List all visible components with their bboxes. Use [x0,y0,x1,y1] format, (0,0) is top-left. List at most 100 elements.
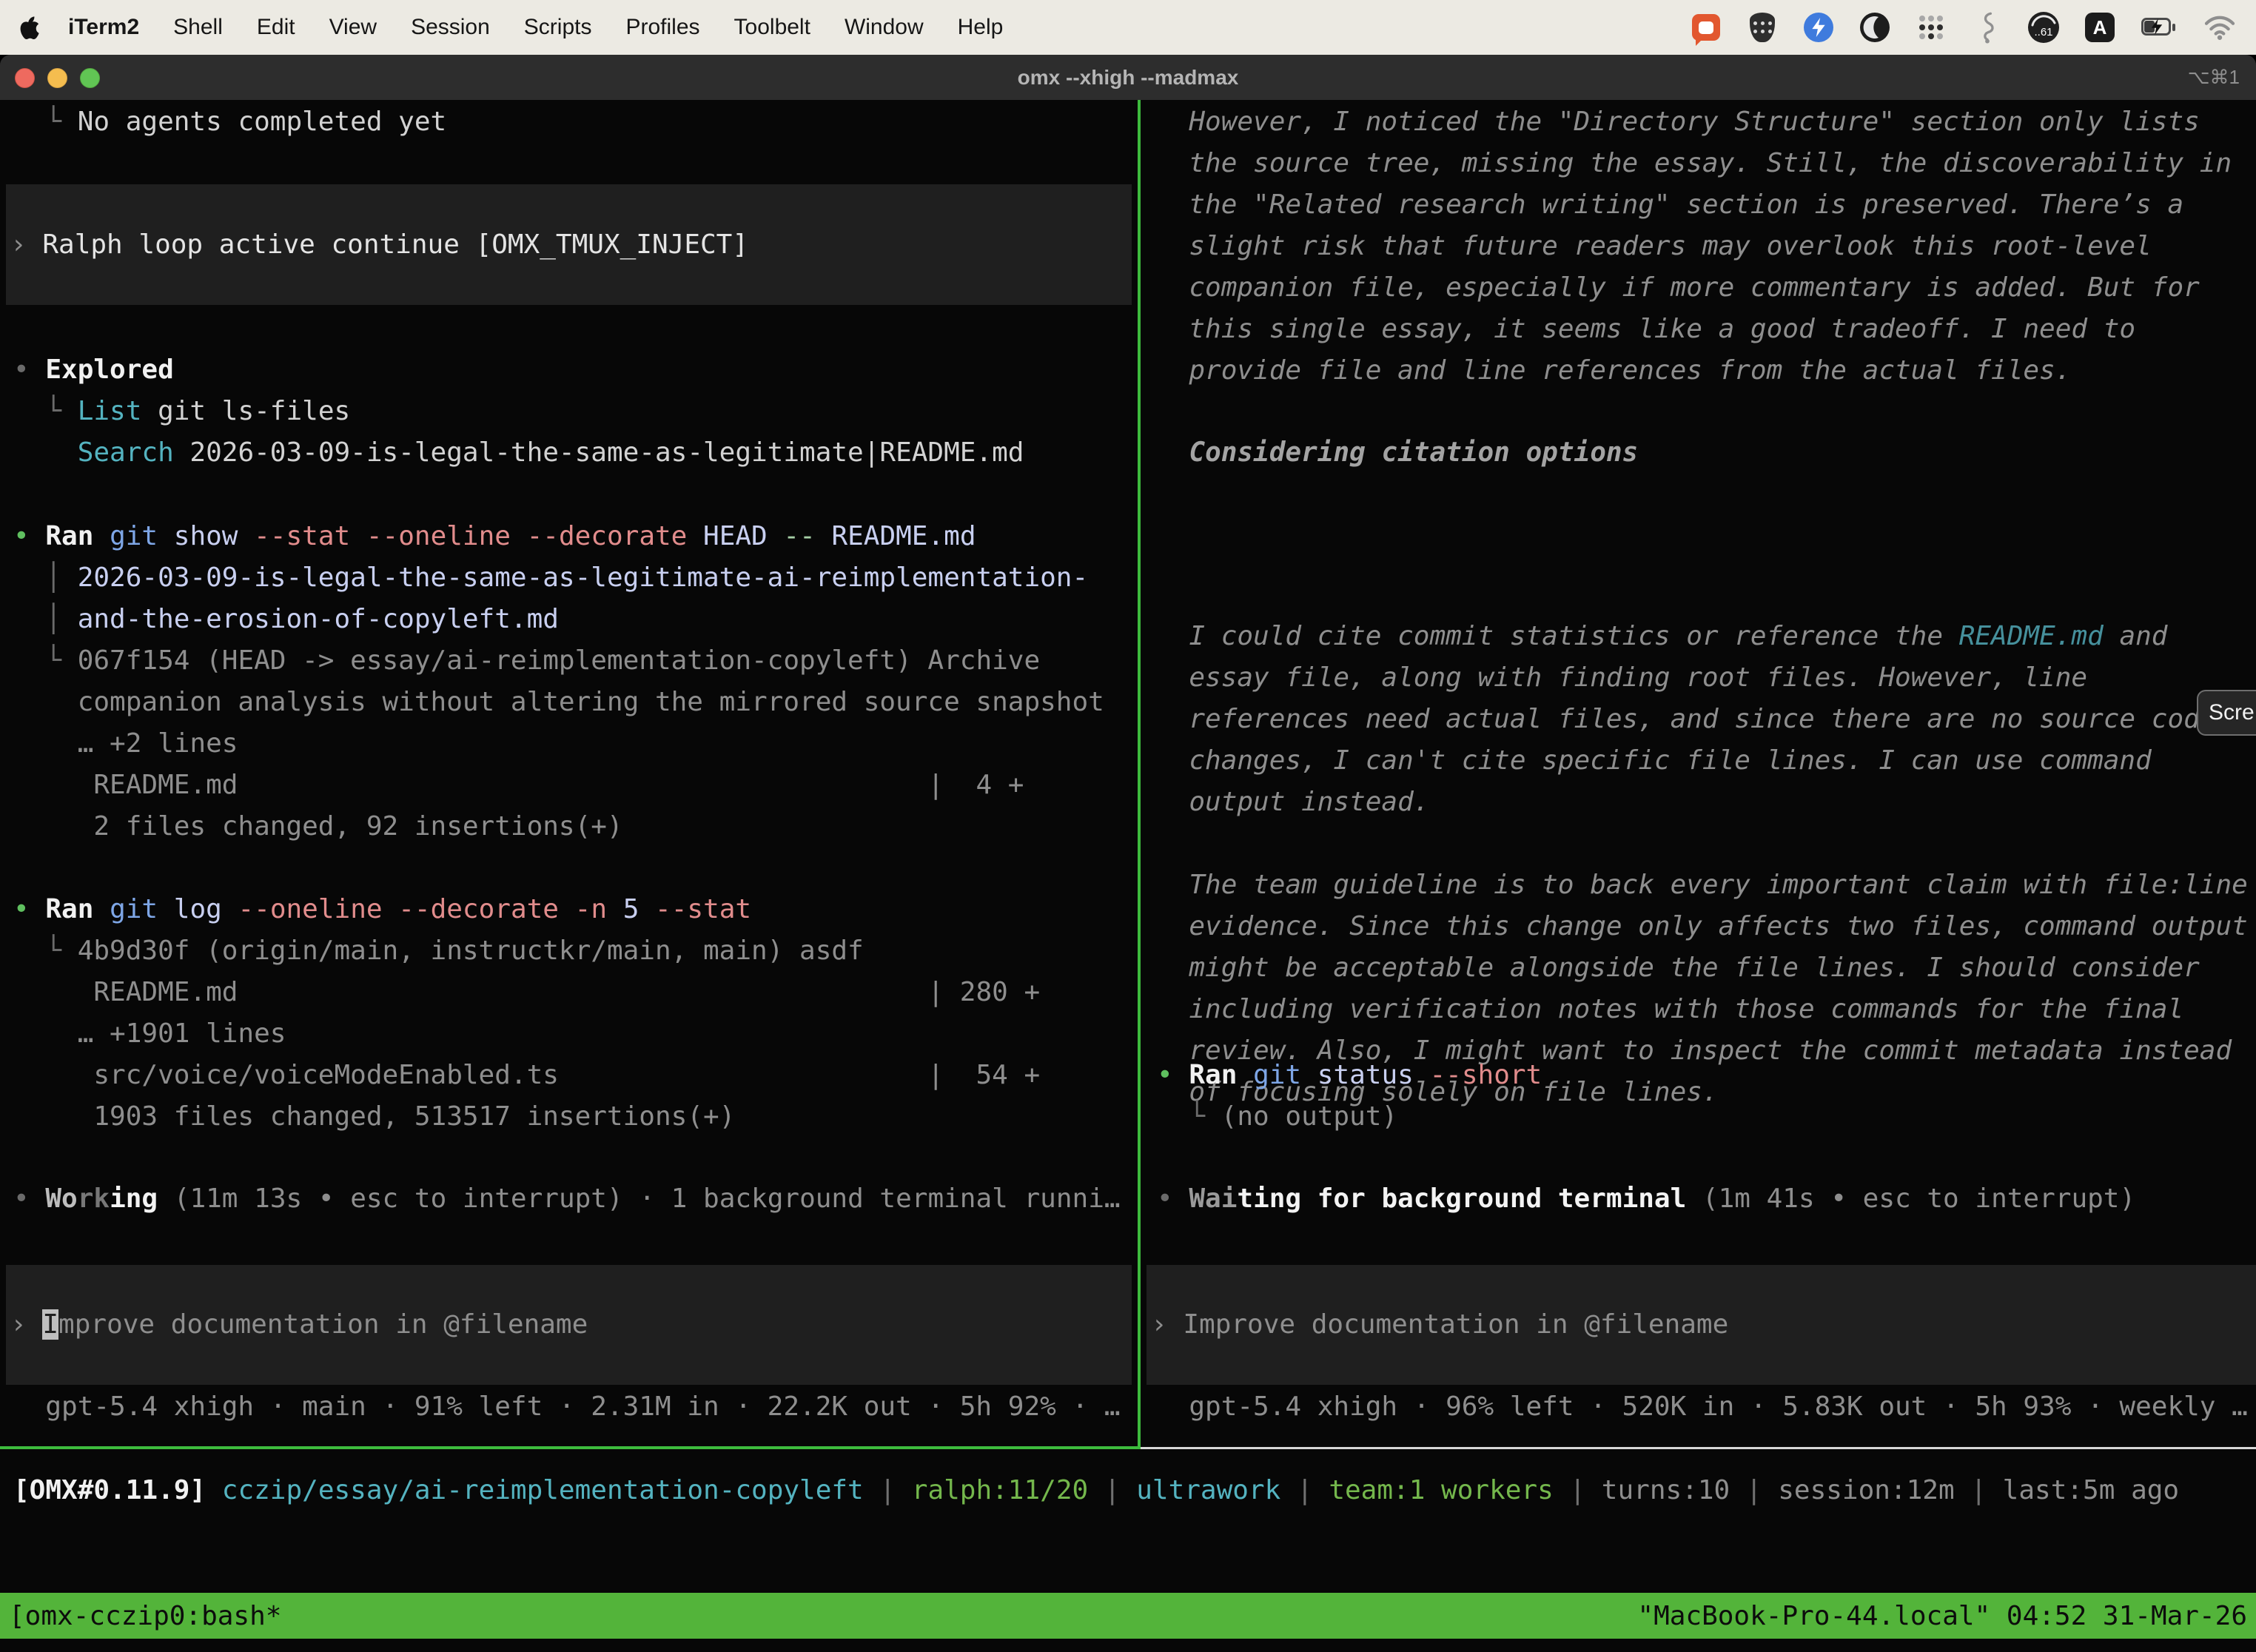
battery-charging-icon[interactable] [2139,10,2181,44]
shield-icon[interactable] [1745,10,1779,44]
menu-help[interactable]: Help [958,15,1004,40]
screen: iTerm2 Shell Edit View Session Scripts Profile… [0,0,2256,1652]
tmux-host-clock-label: "MacBook-Pro-44.local" 04:52 31-Mar-26 [1637,1601,2247,1631]
text-segment: README.md [13,977,927,1007]
terminal-line: gpt-5.4 xhigh · 96% left · 520K in · 5.8… [1157,1386,2256,1428]
text-segment: changes, I can't cite specific file line… [1157,745,2152,776]
bolt-circle-icon[interactable] [1802,10,1836,44]
agents-status: └ No agents completed yet [13,101,1138,143]
terminal-line: • Explored [13,349,1138,391]
chat-bubble-icon[interactable] [1689,10,1723,44]
terminal-line: › Improve documentation in @filename [1151,1304,1728,1346]
text-segment: I [42,1309,58,1340]
dots-grid-glyph [1918,14,1944,41]
text-segment: | [1554,1475,1602,1505]
terminal-line: I could cite commit statistics or refere… [1157,616,2256,657]
badge-61-glyph: ..61 [2028,12,2059,43]
menu-toolbelt[interactable]: Toolbelt [734,15,810,40]
text-segment: └ [13,396,78,426]
text-segment: 067f154 (HEAD -> essay/ai-reimplementati… [78,645,1040,676]
text-segment: slight risk that future readers may over… [1157,231,2152,261]
letter-a-icon[interactable]: A [2083,10,2117,44]
text-segment: evidence. Since this change only affects… [1157,911,2248,941]
terminal-line: └ 4b9d30f (origin/main, instructkr/main,… [13,930,1138,972]
terminal-line: slight risk that future readers may over… [1157,226,2256,267]
text-segment: [OMX#0.11.9] [13,1475,206,1505]
terminal-line: including verification notes with those … [1157,989,2256,1030]
text-segment: gpt-5.4 xhigh · main · 91% left · 2.31M … [13,1391,1121,1422]
window-title: omx --xhigh --madmax [0,55,2256,100]
terminal-line: └ List git ls-files [13,391,1138,432]
waiting-status: • Waiting for background terminal (1m 41… [1157,1178,2256,1220]
text-segment: └ [13,107,78,137]
terminal-line: changes, I can't cite specific file line… [1157,740,2256,782]
text-segment: | 4 + [927,770,1024,800]
text-segment: HEAD [687,521,783,551]
prompt-input-box[interactable]: › Improve documentation in @filename [6,1265,1132,1385]
text-segment [93,894,110,924]
terminal-line: companion analysis without altering the … [13,682,1138,723]
text-segment: › [10,1309,42,1340]
wifi-glyph [2203,14,2236,41]
menu-profiles[interactable]: Profiles [625,15,699,40]
text-segment: … +2 lines [13,728,238,759]
tmux-status-bar[interactable]: [omx-cczip0:bash* "MacBook-Pro-44.local"… [0,1593,2256,1639]
menu-view[interactable]: View [329,15,377,40]
menu-iterm2[interactable]: iTerm2 [68,15,139,40]
text-segment [559,894,575,924]
text-segment: | [1955,1475,2003,1505]
terminal-line: provide file and line references from th… [1157,350,2256,392]
text-segment: (no output) [1221,1101,1397,1132]
text-segment [1237,1060,1253,1090]
title-bar[interactable]: omx --xhigh --madmax ⌥⌘1 [0,55,2256,101]
menu-shell[interactable]: Shell [173,15,223,40]
reasoning-heading: Considering citation options [1157,432,2256,474]
menu-session[interactable]: Session [411,15,490,40]
text-segment: --stat --oneline --decorate [254,521,687,551]
omx-status-area: [OMX#0.11.9] cczip/essay/ai-reimplementa… [0,1449,2256,1593]
text-segment: provide file and line references from th… [1157,355,2071,386]
right-pane[interactable]: However, I noticed the "Directory Struct… [1144,100,2256,1449]
text-segment: companion file, especially if more comme… [1157,272,2200,303]
terminal-line: evidence. Since this change only affects… [1157,906,2256,947]
terminal-line: Considering citation options [1157,432,2256,474]
ralph-loop-box[interactable]: › Ralph loop active continue [OMX_TMUX_I… [6,184,1132,305]
text-segment: gpt-5.4 xhigh · 96% left · 520K in · 5.8… [1157,1391,2248,1422]
moon-circle-icon[interactable] [1858,10,1892,44]
terminal-area: └ No agents completed yet › Ralph loop ac… [0,100,2256,1593]
text-segment: | [1280,1475,1329,1505]
text-segment: • [13,521,45,551]
terminal-line: the source tree, missing the essay. Stil… [1157,143,2256,184]
terminal-line: src/voice/voiceModeEnabled.ts | 54 + [13,1055,1138,1096]
terminal-line: might be acceptable alongside the file l… [1157,947,2256,989]
text-segment: Wo [45,1183,77,1214]
text-segment: Ran [1189,1060,1237,1090]
menu-edit[interactable]: Edit [257,15,295,40]
text-segment: --stat [655,894,751,924]
text-segment: └ [13,645,78,676]
menu-scripts[interactable]: Scripts [524,15,592,40]
text-segment: No agents completed yet [78,107,447,137]
dots-grid-icon[interactable] [1914,10,1948,44]
apple-logo-icon[interactable] [19,15,40,40]
prompt-input-box[interactable]: › Improve documentation in @filename [1147,1265,2256,1385]
terminal-line: │ and-the-erosion-of-copyleft.md [13,599,1138,640]
text-segment: team:1 workers [1329,1475,1553,1505]
wifi-icon[interactable] [2203,10,2237,44]
pane-divider[interactable] [1138,100,1141,1449]
badge-61-icon[interactable]: ..61 [2027,10,2061,44]
text-segment: log [158,894,238,924]
terminal-line: gpt-5.4 xhigh · main · 91% left · 2.31M … [13,1386,1138,1428]
terminal-line: output instead. [1157,782,2256,823]
shield-glyph [1750,13,1775,42]
text-segment: Ran [45,894,93,924]
terminal-line: › Ralph loop active continue [OMX_TMUX_I… [10,224,748,266]
model-status-line: gpt-5.4 xhigh · main · 91% left · 2.31M … [13,1386,1138,1428]
text-segment: However, I noticed the "Directory Struct… [1157,107,2200,137]
squiggle-icon[interactable] [1970,10,2004,44]
left-pane[interactable]: └ No agents completed yet › Ralph loop ac… [0,100,1138,1449]
tooltip-label: Scre [2209,700,2255,725]
menu-window[interactable]: Window [845,15,924,40]
text-segment: ralph:11/20 [912,1475,1088,1505]
text-segment: └ [13,936,78,966]
